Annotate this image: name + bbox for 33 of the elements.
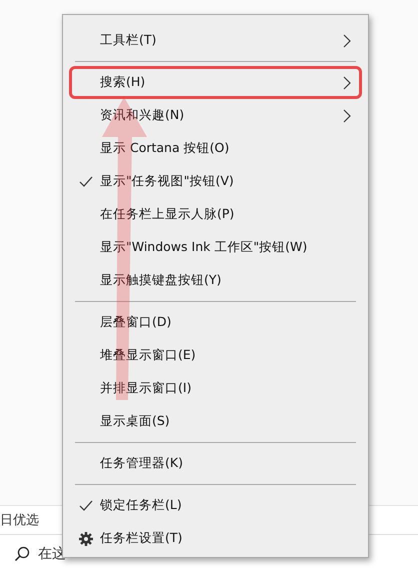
menu-item[interactable]: 显示桌面(S) <box>69 405 362 438</box>
menu-item[interactable]: 显示触摸键盘按钮(Y) <box>69 264 362 297</box>
menu-item[interactable]: 任务栏设置(T) <box>69 522 362 555</box>
menu-item[interactable]: 显示"任务视图"按钮(V) <box>69 165 362 198</box>
menu-item[interactable]: 任务管理器(K) <box>69 447 362 480</box>
menu-item[interactable]: 资讯和兴趣(N) <box>69 99 362 132</box>
menu-item[interactable]: 显示 Cortana 按钮(O) <box>69 132 362 165</box>
menu-item-label: 任务栏设置(T) <box>100 530 184 547</box>
menu-item-label: 显示"任务视图"按钮(V) <box>100 173 235 190</box>
menu-item-label: 任务管理器(K) <box>100 455 184 472</box>
menu-item-label: 显示 Cortana 按钮(O) <box>100 140 230 157</box>
tab-label[interactable]: 日优选 <box>0 511 39 529</box>
menu-item[interactable]: 显示"Windows Ink 工作区"按钮(W) <box>69 231 362 264</box>
menu-item[interactable]: 在任务栏上显示人脉(P) <box>69 198 362 231</box>
menu-item-label: 层叠窗口(D) <box>100 314 172 331</box>
menu-item-label: 并排显示窗口(I) <box>100 380 192 397</box>
menu-item-label: 资讯和兴趣(N) <box>100 107 186 124</box>
menu-item-label: 显示触摸键盘按钮(Y) <box>100 272 222 289</box>
menu-item-label: 锁定任务栏(L) <box>100 497 183 514</box>
menu-item[interactable]: 堆叠显示窗口(E) <box>69 339 362 372</box>
menu-item-label: 在任务栏上显示人脉(P) <box>100 206 236 223</box>
menu-item-label: 堆叠显示窗口(E) <box>100 347 197 364</box>
gear-icon <box>79 532 93 546</box>
menu-item[interactable]: 并排显示窗口(I) <box>69 372 362 405</box>
menu-item-label: 工具栏(T) <box>100 32 158 49</box>
menu-item-label: 搜索(H) <box>100 74 146 91</box>
menu-item[interactable]: 工具栏(T) <box>69 24 362 57</box>
menu-item-label: 显示桌面(S) <box>100 413 171 430</box>
menu-item[interactable]: 搜索(H) <box>69 66 362 99</box>
menu-item-label: 显示"Windows Ink 工作区"按钮(W) <box>100 239 308 256</box>
menu-item[interactable]: 锁定任务栏(L) <box>69 489 362 522</box>
search-icon <box>14 546 30 562</box>
menu-item[interactable]: 层叠窗口(D) <box>69 306 362 339</box>
